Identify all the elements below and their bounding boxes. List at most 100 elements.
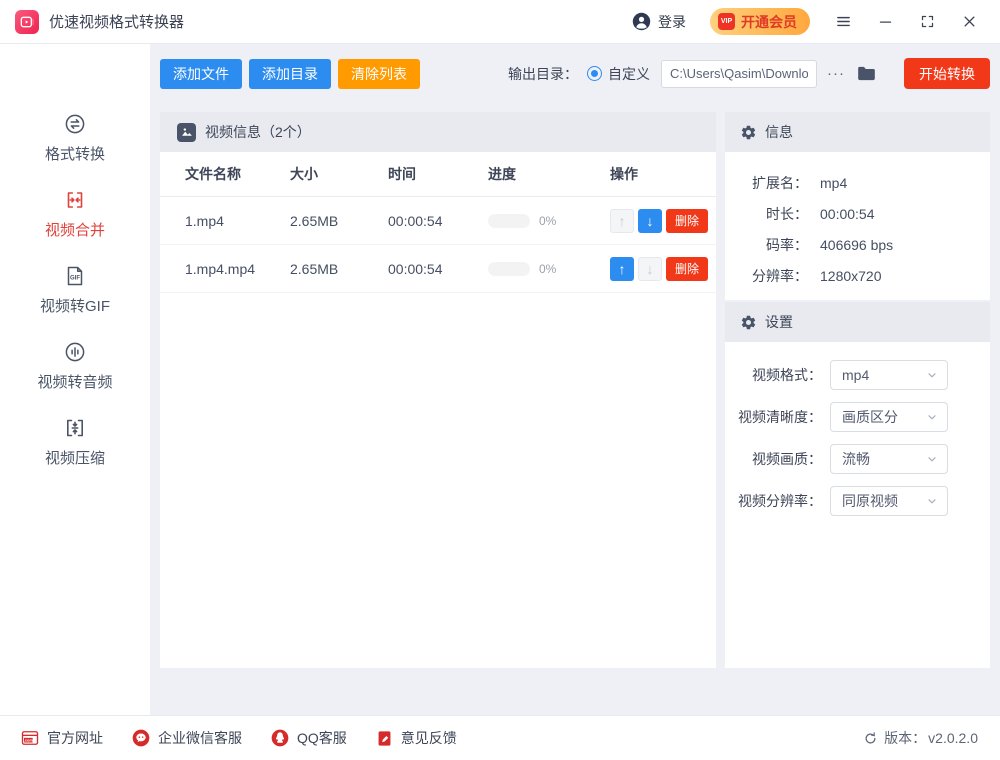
info-field-bitrate: 码率： 406696 bps: [766, 236, 894, 253]
sidebar-item-label: 格式转换: [44, 146, 105, 163]
info-panel-header: 信息: [725, 112, 990, 152]
sidebar-item-video-to-gif[interactable]: GIF 视频转GIF: [0, 264, 150, 316]
settings-panel: 设置 视频格式： mp4 视频清晰度： 画质区分 视频画质： 流畅 视频分辨率：…: [725, 302, 990, 668]
move-down-button[interactable]: ↓: [638, 256, 662, 281]
move-up-button[interactable]: ↑: [610, 208, 634, 233]
move-down-button[interactable]: ↓: [638, 208, 662, 233]
custom-radio-label[interactable]: 自定义: [608, 64, 650, 84]
table-column-headers: 文件名称 大小 时间 进度 操作: [160, 152, 716, 197]
col-header-progress: 进度: [488, 166, 516, 182]
col-header-action: 操作: [610, 166, 638, 182]
output-path-input[interactable]: [661, 59, 817, 88]
chevron-down-icon: [926, 369, 938, 381]
app-window: 优速视频格式转换器 登录 VIP 开通会员 格式转换 视频合并 GIF 视频转G…: [0, 0, 1000, 760]
menu-button[interactable]: [834, 13, 852, 31]
sidebar-item-video-merge[interactable]: 视频合并: [0, 188, 150, 240]
feedback-icon: [375, 729, 394, 748]
video-compress-icon: [67, 419, 83, 437]
sidebar-item-video-compress[interactable]: 视频压缩: [0, 416, 150, 468]
video-to-gif-icon: GIF: [67, 266, 83, 286]
feedback-link[interactable]: 意见反馈: [375, 728, 457, 748]
user-icon: [632, 12, 651, 31]
progress-percent: 0%: [539, 213, 557, 228]
video-quality-select[interactable]: 流畅: [830, 444, 948, 474]
toolbar: 添加文件 添加目录 清除列表 输出目录： 自定义 ··· 开始转换: [160, 58, 990, 89]
setting-video-resolution: 视频分辨率： 同原视频: [725, 486, 990, 516]
info-panel-title: 信息: [765, 124, 793, 140]
sidebar: 格式转换 视频合并 GIF 视频转GIF 视频转音频 视频压缩: [0, 44, 150, 715]
col-header-size: 大小: [290, 166, 318, 182]
sidebar-item-label: 视频压缩: [44, 450, 105, 467]
delete-button[interactable]: 删除: [666, 256, 709, 281]
add-directory-button[interactable]: 添加目录: [249, 58, 331, 89]
sidebar-item-label: 视频合并: [44, 222, 105, 239]
qq-service-link[interactable]: QQ客服: [270, 728, 347, 748]
version-label: 版本：: [884, 730, 927, 746]
app-logo-icon: [15, 9, 39, 34]
sidebar-item-format-convert[interactable]: 格式转换: [0, 112, 150, 164]
minimize-button[interactable]: [876, 13, 894, 31]
chevron-down-icon: [926, 411, 938, 423]
vip-badge-icon: VIP: [718, 13, 735, 30]
delete-button[interactable]: 删除: [666, 208, 709, 233]
login-label: 登录: [658, 13, 686, 30]
open-vip-button[interactable]: VIP 开通会员: [710, 8, 810, 35]
wechat-service-link[interactable]: 企业微信客服: [131, 728, 242, 748]
version-info: 版本： v2.0.2.0: [863, 728, 978, 748]
official-website-link[interactable]: .com 官方网址: [20, 728, 103, 748]
refresh-icon: [865, 731, 876, 743]
info-field-resolution: 分辨率： 1280x720: [752, 267, 882, 284]
table-row[interactable]: 1.mp4.mp4 2.65MB 00:00:54 0% ↑ ↓ 删除: [160, 245, 716, 293]
wechat-service-icon: [131, 728, 151, 748]
video-resolution-select[interactable]: 同原视频: [830, 486, 948, 516]
close-button[interactable]: [960, 13, 978, 31]
chevron-down-icon: [926, 453, 938, 465]
settings-panel-header: 设置: [725, 302, 990, 342]
output-dir-label: 输出目录：: [508, 65, 578, 82]
version-value: v2.0.2.0: [928, 730, 978, 746]
file-size: 2.65MB: [290, 212, 339, 229]
gear-icon: [740, 124, 757, 141]
file-time: 00:00:54: [388, 260, 443, 277]
setting-video-format: 视频格式： mp4: [725, 360, 990, 390]
chevron-down-icon: [926, 495, 938, 507]
move-up-button[interactable]: ↑: [610, 256, 634, 281]
svg-text:GIF: GIF: [70, 276, 80, 282]
setting-video-quality: 视频画质： 流畅: [725, 444, 990, 474]
app-title: 优速视频格式转换器: [49, 14, 185, 31]
info-panel: 信息 扩展名： mp4 时长： 00:00:54 码率： 406696 bps …: [725, 112, 990, 300]
svg-text:.com: .com: [24, 739, 34, 743]
gear-icon: [740, 314, 757, 331]
open-folder-button[interactable]: [856, 63, 877, 84]
file-size: 2.65MB: [290, 260, 339, 277]
file-time: 00:00:54: [388, 212, 443, 229]
file-name: 1.mp4.mp4: [185, 260, 256, 277]
setting-video-clarity: 视频清晰度： 画质区分: [725, 402, 990, 432]
sidebar-item-video-to-audio[interactable]: 视频转音频: [0, 340, 150, 392]
video-to-audio-icon: [65, 342, 85, 362]
maximize-button[interactable]: [918, 13, 936, 31]
video-list-panel: 视频信息（2个） 文件名称 大小 时间 进度 操作 1.mp4 2.65MB 0…: [160, 112, 716, 668]
video-list-title: 视频信息（2个）: [205, 124, 311, 140]
col-header-time: 时间: [388, 166, 416, 182]
format-convert-icon: [65, 114, 85, 134]
close-icon: [964, 16, 974, 27]
qq-service-icon: [270, 728, 290, 748]
video-clarity-select[interactable]: 画质区分: [830, 402, 948, 432]
file-name: 1.mp4: [185, 212, 224, 229]
video-merge-icon: [67, 192, 83, 208]
table-row[interactable]: 1.mp4 2.65MB 00:00:54 0% ↑ ↓ 删除: [160, 197, 716, 245]
video-format-select[interactable]: mp4: [830, 360, 948, 390]
titlebar: 优速视频格式转换器 登录 VIP 开通会员: [0, 0, 1000, 44]
custom-radio[interactable]: [587, 66, 602, 81]
hamburger-icon: [836, 16, 850, 27]
website-icon: .com: [20, 728, 40, 748]
start-convert-button[interactable]: 开始转换: [904, 58, 990, 89]
progress-percent: 0%: [539, 261, 557, 276]
clear-list-button[interactable]: 清除列表: [338, 58, 420, 89]
browse-more-button[interactable]: ···: [827, 65, 845, 82]
maximize-icon: [921, 15, 933, 28]
login-button[interactable]: 登录: [632, 12, 686, 32]
add-file-button[interactable]: 添加文件: [160, 58, 242, 89]
progress-bar: [488, 213, 530, 228]
